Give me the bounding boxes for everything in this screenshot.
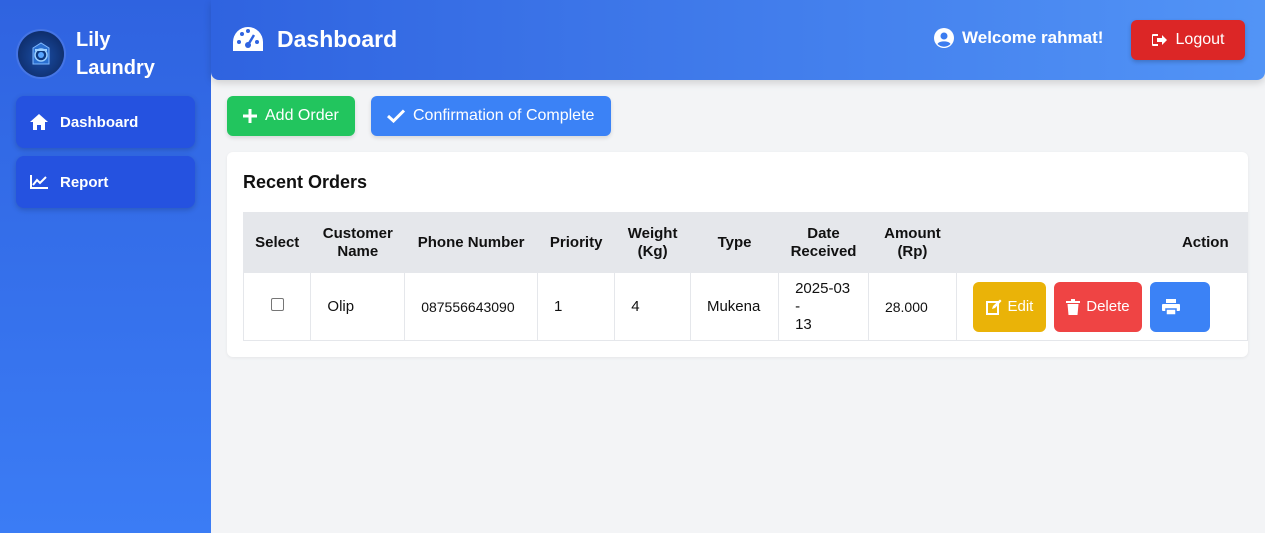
logout-button[interactable]: Logout	[1131, 20, 1245, 60]
table-header-row: Select Customer Name Phone Number Priori…	[242, 212, 1248, 273]
welcome-text: Welcome rahmat!	[962, 28, 1104, 47]
select-checkbox[interactable]	[270, 298, 284, 311]
delete-label: Delete	[1086, 298, 1130, 315]
welcome-message: Welcome rahmat!	[934, 28, 1103, 48]
add-order-label: Add Order	[265, 107, 339, 124]
edit-label: Edit	[1007, 298, 1034, 315]
priority-cell: 1	[537, 272, 616, 341]
page-title-text: Dashboard	[277, 25, 398, 52]
top-header: Dashboard Welcome rahmat! Logout	[211, 0, 1265, 80]
user-circle-icon	[934, 28, 954, 48]
column-header: Action	[955, 212, 1248, 273]
amount-cell: 28.000	[867, 272, 957, 341]
column-header: Date Received	[778, 212, 869, 273]
column-header: Select	[242, 212, 312, 273]
table-row: Olip 087556643090 1 4 Mukena 2025-03 - 1…	[242, 272, 1248, 341]
sidebar-item-label: Dashboard	[60, 113, 139, 131]
date-part: 13	[795, 315, 812, 333]
page-title: Dashboard	[231, 22, 397, 56]
sidebar-item-report[interactable]: Report	[16, 156, 195, 208]
confirm-complete-button[interactable]: Confirmation of Complete	[371, 96, 611, 136]
type-cell: Mukena	[689, 272, 780, 341]
card-title: Recent Orders	[243, 172, 368, 192]
orders-table: Select Customer Name Phone Number Priori…	[242, 212, 1248, 341]
column-header: Type	[689, 212, 780, 273]
sidebar-item-label: Report	[60, 173, 109, 191]
date-cell: 2025-03 - 13	[778, 272, 869, 341]
column-header: Amount (Rp)	[867, 212, 957, 273]
date-part: -	[795, 297, 801, 315]
column-header: Phone Number	[404, 212, 539, 273]
recent-orders-card: Recent Orders Select Customer Name Phone…	[227, 152, 1248, 357]
home-icon	[28, 112, 50, 132]
action-cell: Edit Delete	[955, 272, 1248, 341]
action-buttons: Edit Delete	[957, 281, 1247, 332]
brand: Lily Laundry	[0, 0, 211, 90]
trash-icon	[1066, 298, 1081, 315]
edit-icon	[985, 299, 1002, 315]
check-icon	[387, 109, 405, 123]
column-header: Customer Name	[310, 212, 406, 273]
print-button[interactable]	[1149, 281, 1210, 332]
print-icon	[1161, 298, 1180, 315]
brand-name: Lily Laundry	[76, 29, 155, 79]
edit-button[interactable]: Edit	[972, 281, 1046, 332]
sidebar-item-dashboard[interactable]: Dashboard	[16, 96, 195, 148]
washer-logo-icon	[18, 31, 64, 77]
phone-cell: 087556643090	[404, 272, 539, 341]
chart-line-icon	[28, 172, 50, 192]
delete-button[interactable]: Delete	[1053, 281, 1142, 332]
weight-cell: 4	[614, 272, 691, 341]
confirm-complete-label: Confirmation of Complete	[413, 107, 595, 124]
customer-cell: Olip	[310, 272, 406, 341]
add-order-button[interactable]: Add Order	[227, 96, 355, 136]
column-header: Weight (Kg)	[614, 212, 691, 273]
column-header: Priority	[537, 212, 616, 273]
logout-label: Logout	[1175, 31, 1225, 48]
sign-out-icon	[1151, 33, 1168, 47]
date-part: 2025-03	[795, 279, 851, 297]
gauge-icon	[231, 22, 265, 56]
sidebar: Lily Laundry Dashboard Report	[0, 0, 211, 533]
select-cell	[242, 272, 312, 341]
plus-icon	[243, 109, 257, 123]
